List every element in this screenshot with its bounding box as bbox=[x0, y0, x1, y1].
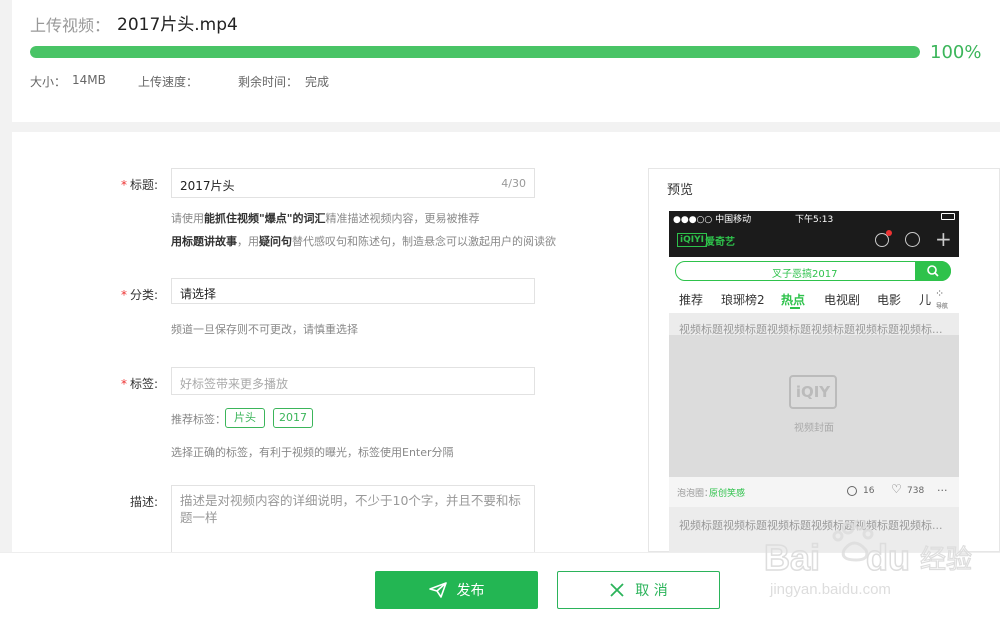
size-value: 14MB bbox=[72, 73, 106, 87]
search-button[interactable] bbox=[915, 261, 951, 281]
tags-label: * 标签: bbox=[120, 377, 158, 391]
category-label: * 分类: bbox=[120, 288, 158, 302]
search-icon bbox=[927, 265, 939, 277]
video-title-2: 视频标题视频标题视频标题视频标题视频标题视频标... bbox=[679, 519, 943, 532]
publish-button[interactable]: 发布 bbox=[375, 571, 538, 609]
preview-heading: 预览 bbox=[667, 183, 694, 198]
phone-status-bar: ●●●○○ 中国移动 下午5:13 bbox=[669, 211, 959, 225]
speed-label: 上传速度： bbox=[138, 75, 199, 89]
title-counter: 4/30 bbox=[501, 177, 526, 190]
channel-tabs: 推荐 琅琊榜2 热点 电视剧 电影 儿 ⁘ 导航 bbox=[669, 285, 959, 313]
title-hint-2: 用标题讲故事，用疑问句替代感叹句和陈述句，制造悬念可以激起用户的阅读欲 bbox=[171, 235, 556, 248]
like-count: 738 bbox=[907, 486, 925, 496]
size-label: 大小： bbox=[30, 75, 67, 89]
tab-hot[interactable]: 热点 bbox=[781, 291, 805, 308]
tags-hint: 选择正确的标签，有利于视频的曝光，标签使用Enter分隔 bbox=[171, 446, 454, 459]
category-hint: 频道一旦保存则不可更改，请慎重选择 bbox=[171, 323, 358, 336]
video-card-footer: 泡泡圈： 原创笑感 16 ♡ 738 ··· bbox=[669, 477, 959, 507]
cover-label: 视频封面 bbox=[794, 423, 834, 434]
recommend-tags-label: 推荐标签： bbox=[171, 413, 226, 426]
upload-label: 上传视频： bbox=[30, 16, 111, 35]
recommended-tag-2[interactable]: 2017 bbox=[273, 408, 313, 428]
category-select-value: 请选择 bbox=[180, 287, 217, 301]
cancel-button[interactable]: 取 消 bbox=[557, 571, 720, 609]
app-name: 爱奇艺 bbox=[705, 237, 735, 248]
iqiyi-cover-logo-icon: iQIY bbox=[789, 375, 837, 409]
close-icon bbox=[610, 583, 624, 597]
video-form: * 标题: 2017片头 4/30 请使用能抓住视频"爆点"的词汇精准描述视频内容… bbox=[12, 132, 1000, 553]
nav-grid-icon[interactable]: ⁘ bbox=[935, 287, 944, 300]
message-icon[interactable] bbox=[875, 230, 892, 247]
tab-movie[interactable]: 电影 bbox=[877, 291, 901, 308]
source-name: 原创笑感 bbox=[709, 489, 746, 499]
description-placeholder: 描述是对视频内容的详细说明，不少于10个字，并且不要和标题一样 bbox=[180, 493, 521, 525]
like-icon[interactable]: ♡ bbox=[891, 482, 902, 496]
upload-progress-fill bbox=[30, 46, 920, 58]
recommended-tag-1[interactable]: 片头 bbox=[225, 408, 265, 428]
upload-progress-bar bbox=[30, 46, 920, 58]
upload-panel: 上传视频： 2017片头.mp4 100% 大小： 14MB 上传速度： 剩余时… bbox=[12, 0, 1000, 122]
send-icon bbox=[428, 582, 447, 598]
preview-panel: 预览 ●●●○○ 中国移动 下午5:13 iQIYI 爱奇艺 + 叉子恶搞201… bbox=[648, 168, 1000, 553]
search-query: 叉子恶搞2017 bbox=[772, 269, 838, 280]
title-hint-1: 请使用能抓住视频"爆点"的词汇精准描述视频内容，更易被推荐 bbox=[171, 212, 480, 225]
history-icon[interactable] bbox=[905, 232, 920, 247]
remaining-label: 剩余时间： bbox=[238, 75, 299, 89]
iqiyi-logo-icon: iQIYI bbox=[677, 233, 707, 247]
cancel-label: 取 消 bbox=[635, 583, 668, 599]
search-input[interactable]: 叉子恶搞2017 bbox=[675, 261, 951, 281]
tab-langyabang[interactable]: 琅琊榜2 bbox=[721, 291, 765, 308]
tags-input-placeholder: 好标签带来更多播放 bbox=[180, 377, 289, 391]
video-cover: iQIY 视频封面 bbox=[669, 335, 959, 477]
add-icon[interactable]: + bbox=[935, 227, 952, 251]
more-icon[interactable]: ··· bbox=[937, 484, 948, 497]
tab-tv[interactable]: 电视剧 bbox=[824, 291, 860, 308]
description-textarea[interactable]: 描述是对视频内容的详细说明，不少于10个字，并且不要和标题一样 bbox=[171, 485, 535, 552]
app-header: iQIYI 爱奇艺 + bbox=[669, 225, 959, 257]
status-carrier: ●●●○○ 中国移动 bbox=[673, 215, 752, 225]
active-tab-indicator bbox=[790, 307, 800, 309]
tab-recommend[interactable]: 推荐 bbox=[679, 291, 703, 308]
status-time: 下午5:13 bbox=[795, 215, 834, 225]
remaining-value: 完成 bbox=[305, 75, 330, 89]
comment-count: 16 bbox=[863, 486, 875, 496]
title-input-value: 2017片头 bbox=[180, 179, 235, 193]
phone-preview: ●●●○○ 中国移动 下午5:13 iQIYI 爱奇艺 + 叉子恶搞2017 推… bbox=[669, 211, 959, 553]
tab-kids[interactable]: 儿 bbox=[919, 291, 931, 308]
search-area: 叉子恶搞2017 bbox=[669, 257, 959, 285]
publish-label: 发布 bbox=[456, 583, 485, 599]
action-bar: 发布 取 消 bbox=[0, 552, 1000, 619]
source-prefix: 泡泡圈： bbox=[677, 489, 714, 499]
nav-label: 导航 bbox=[936, 303, 949, 310]
upload-filename: 2017片头.mp4 bbox=[117, 15, 238, 35]
description-label: 描述: bbox=[129, 495, 158, 509]
title-input[interactable]: 2017片头 4/30 bbox=[171, 168, 535, 198]
tags-input[interactable]: 好标签带来更多播放 bbox=[171, 367, 535, 395]
comment-icon[interactable] bbox=[847, 486, 857, 496]
category-select[interactable]: 请选择 bbox=[171, 278, 535, 304]
title-label: * 标题: bbox=[120, 178, 158, 192]
battery-icon bbox=[941, 213, 955, 220]
upload-progress-text: 100% bbox=[930, 42, 982, 63]
